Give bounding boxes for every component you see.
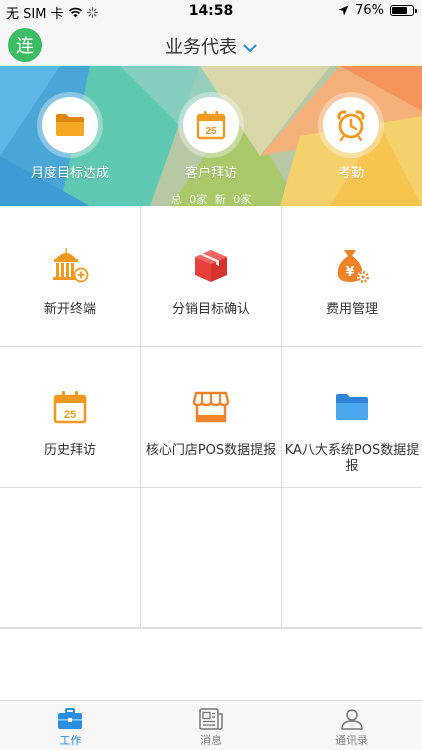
banner-icon-circle xyxy=(323,97,379,153)
grid-empty-cell xyxy=(282,488,422,629)
status-right: 76% xyxy=(338,3,417,18)
alarm-clock-icon xyxy=(337,110,365,141)
grid-item-visit-history[interactable]: 25 历史拜访 xyxy=(0,347,141,488)
tab-contacts[interactable]: 通讯录 xyxy=(281,701,422,750)
cell-label: KA八大系统POS数据提报 xyxy=(284,443,420,474)
banner-stats: 总 0家 新 0家 xyxy=(0,191,422,206)
store-icon xyxy=(192,391,230,423)
box-icon xyxy=(195,250,227,282)
tab-bar: 工作 消息 通讯录 xyxy=(0,700,422,750)
grid-item-ka-system-pos[interactable]: KA八大系统POS数据提报 xyxy=(282,347,422,488)
battery-fill xyxy=(392,7,408,14)
stat-new-value: 0家 xyxy=(233,193,252,206)
banner-label: 考勤 xyxy=(337,166,364,181)
newspaper-icon xyxy=(199,708,223,730)
banner-label: 客户拜访 xyxy=(184,166,237,181)
yen-icon: ¥ xyxy=(345,265,354,280)
banner-item-monthly-target[interactable]: 月度目标达成 xyxy=(15,92,125,181)
grid-item-distribution-target[interactable]: 分销目标确认 xyxy=(141,206,282,347)
cell-icon: ¥ xyxy=(332,246,372,286)
location-arrow-icon xyxy=(338,5,349,16)
calendar-day: 25 xyxy=(205,126,217,137)
grid-empty-cell xyxy=(141,488,282,629)
banner-icon-ring xyxy=(37,92,103,158)
cell-label: 费用管理 xyxy=(325,302,378,317)
banner-icon-ring: 25 xyxy=(178,92,244,158)
role-selector[interactable]: 业务代表 xyxy=(0,33,422,59)
banner-icon-circle: 25 xyxy=(183,97,239,153)
tab-label: 消息 xyxy=(200,734,222,747)
cell-label: 核心门店POS数据提报 xyxy=(145,443,277,458)
grid-item-expense-management[interactable]: ¥ 费用管理 xyxy=(282,206,422,347)
function-grid: 新开终端 分销目标确认 ¥ 费用管理 25 历史拜访 核心门店POS数据提报 K… xyxy=(0,206,422,629)
folder-icon xyxy=(336,394,368,420)
building-add-icon xyxy=(53,248,89,283)
cell-icon xyxy=(192,246,230,286)
banner-icon-circle xyxy=(42,97,98,153)
cell-label: 分销目标确认 xyxy=(171,302,250,317)
calendar-icon: 25 xyxy=(196,111,226,140)
banner-label: 月度目标达成 xyxy=(30,166,109,181)
tab-label: 通讯录 xyxy=(335,734,369,747)
stat-total-label: 总 xyxy=(170,193,182,206)
tab-label: 工作 xyxy=(59,734,82,747)
cell-label: 历史拜访 xyxy=(43,443,96,458)
calendar-icon: 25 xyxy=(53,391,87,424)
calendar-day: 25 xyxy=(64,409,76,421)
banner: 月度目标达成 25 客户拜访 考勤 总 0家 新 0家 xyxy=(0,66,422,206)
cell-icon xyxy=(192,387,230,427)
cell-icon xyxy=(334,387,370,427)
folder-icon xyxy=(56,114,84,136)
stat-new-label: 新 xyxy=(214,193,226,206)
battery-percent: 76% xyxy=(355,3,384,18)
briefcase-icon xyxy=(58,708,83,729)
contact-icon xyxy=(340,709,363,730)
tab-work[interactable]: 工作 xyxy=(0,701,141,750)
banner-item-customer-visit[interactable]: 25 客户拜访 xyxy=(156,92,266,181)
banner-icon-ring xyxy=(318,92,384,158)
status-bar: 无 SIM 卡 14:58 76% xyxy=(0,0,422,22)
money-bag-icon: ¥ xyxy=(337,250,369,283)
cell-label: 新开终端 xyxy=(43,302,96,317)
tab-messages[interactable]: 消息 xyxy=(141,701,282,750)
grid-empty-cell xyxy=(0,488,141,629)
page-title: 业务代表 xyxy=(165,37,237,58)
chevron-down-icon xyxy=(243,44,257,52)
battery-icon xyxy=(390,5,417,16)
nav-bar: 连 业务代表 xyxy=(0,22,422,66)
cell-icon: 25 xyxy=(53,387,87,427)
cell-icon xyxy=(50,246,90,286)
banner-item-attendance[interactable]: 考勤 xyxy=(296,92,406,181)
stat-total-value: 0家 xyxy=(189,193,208,206)
grid-item-core-store-pos[interactable]: 核心门店POS数据提报 xyxy=(141,347,282,488)
grid-item-new-terminal[interactable]: 新开终端 xyxy=(0,206,141,347)
